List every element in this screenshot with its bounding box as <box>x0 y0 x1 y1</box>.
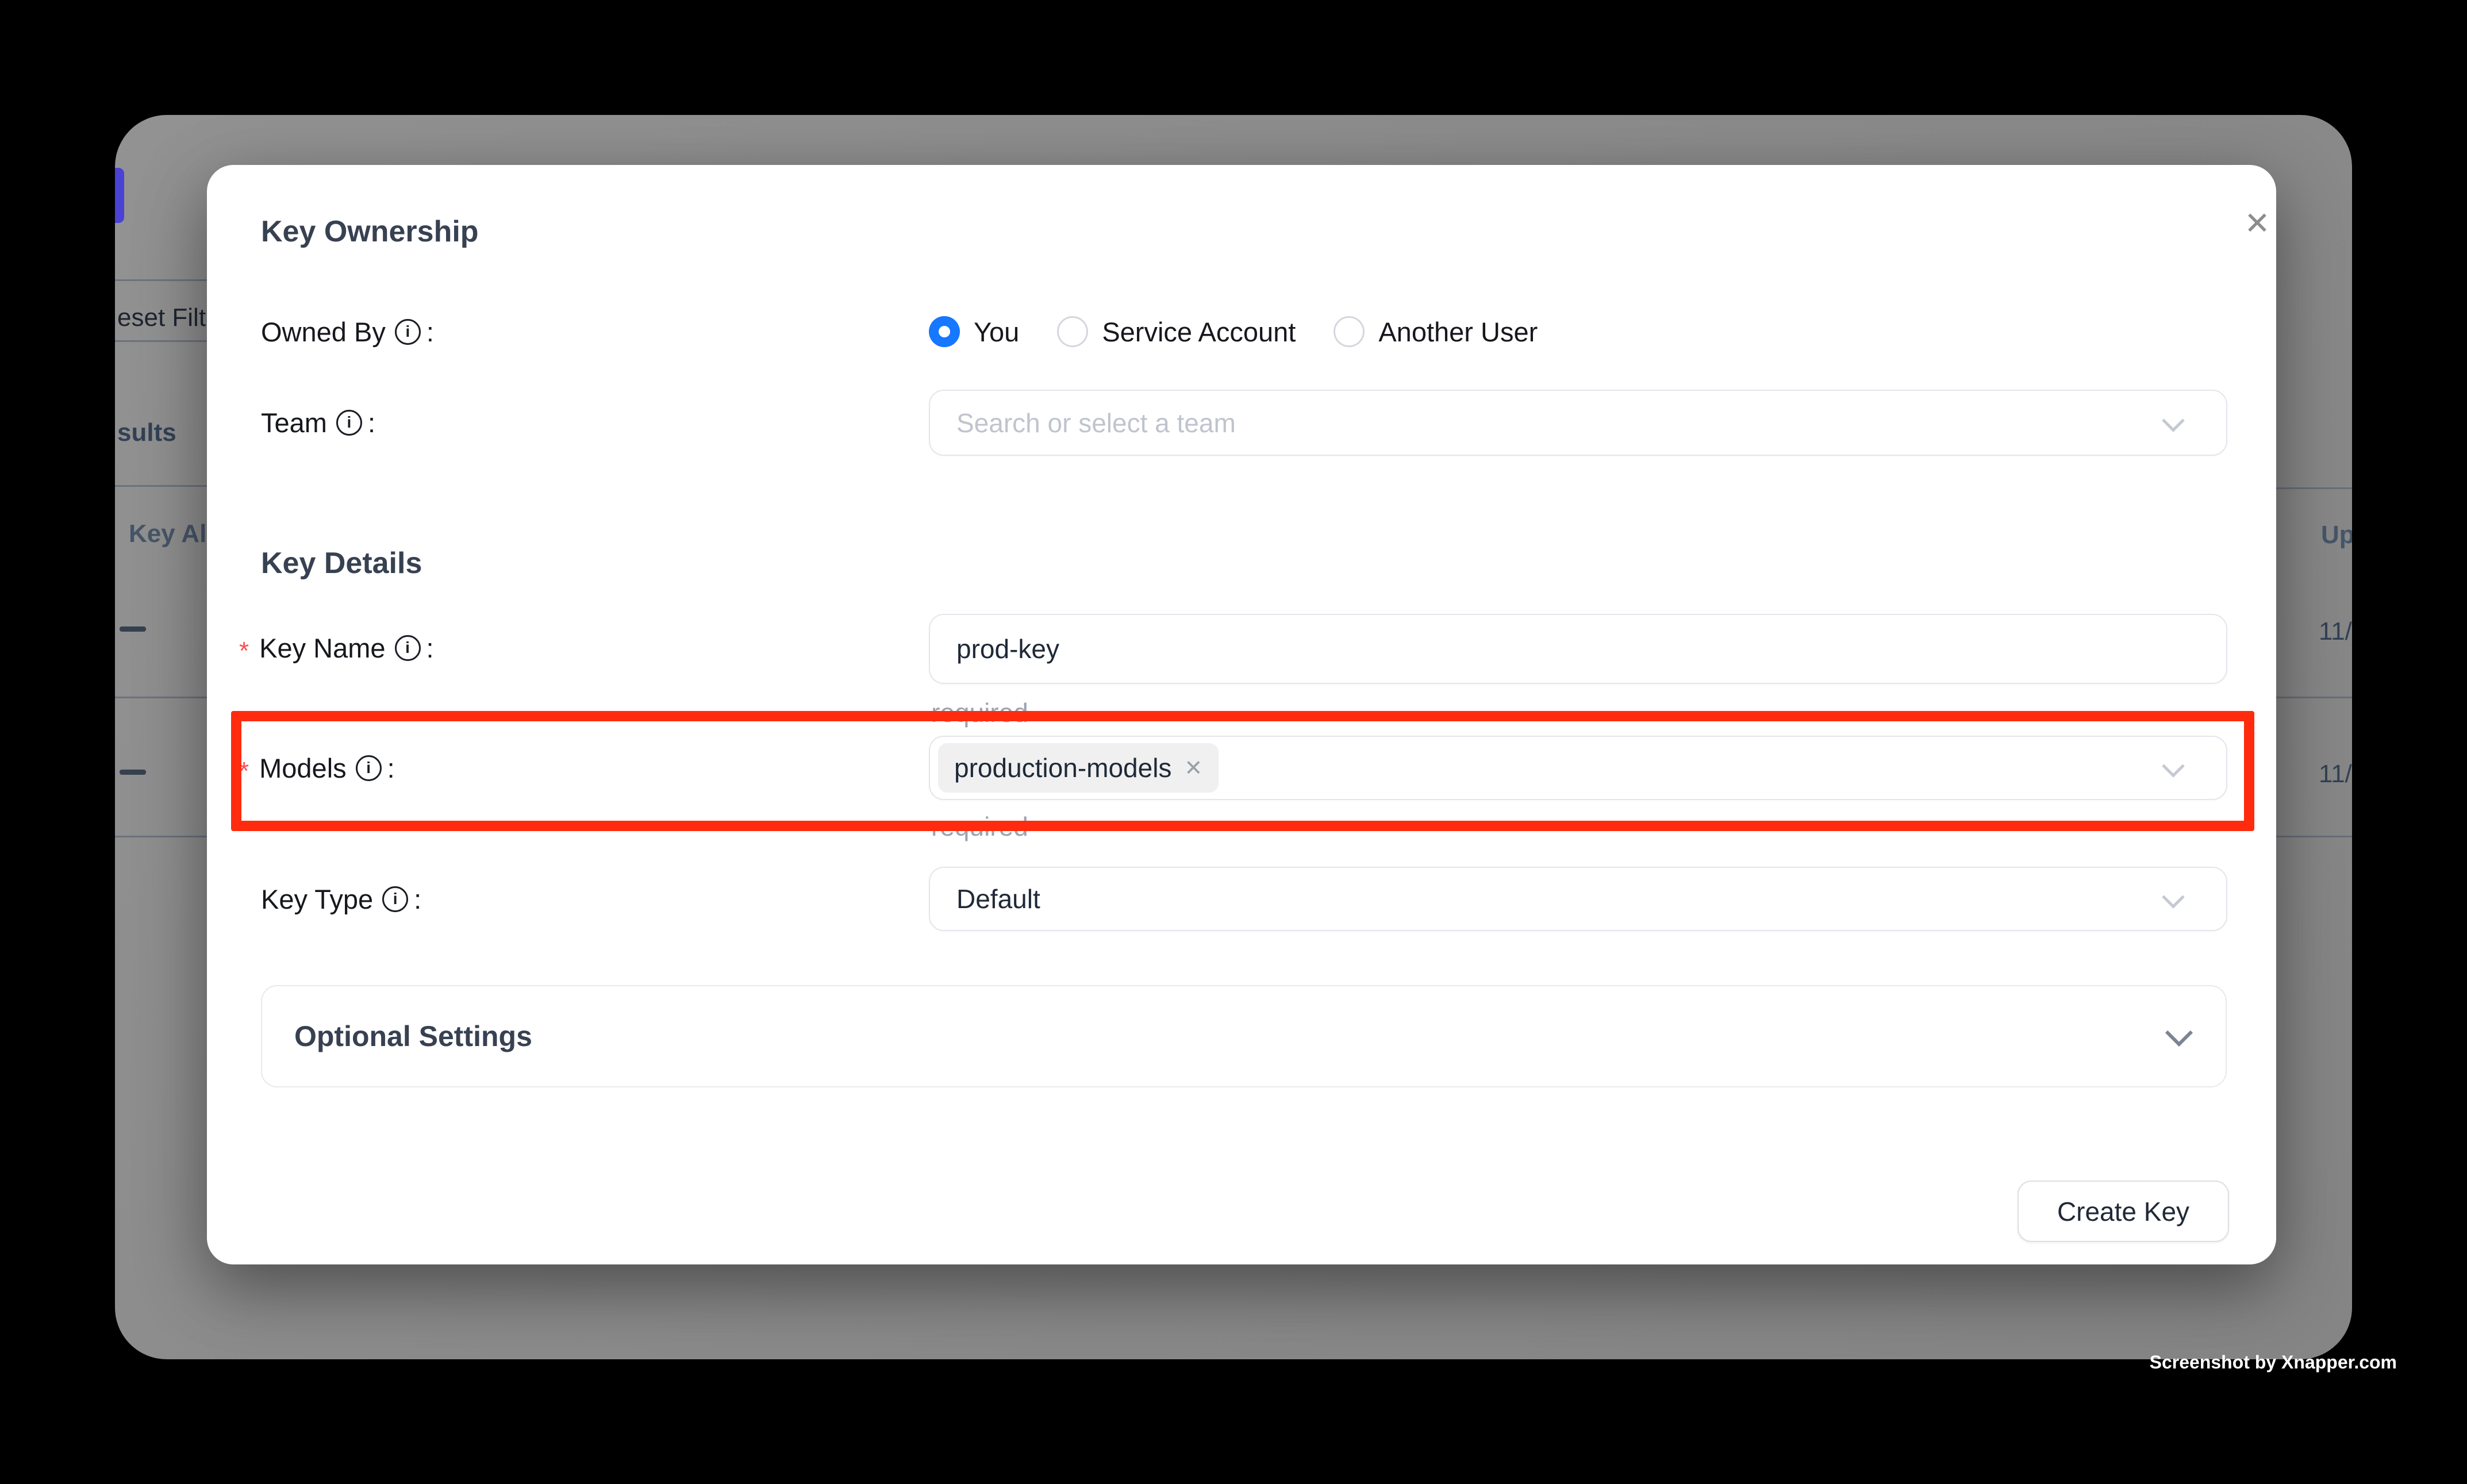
models-required-message: required <box>931 811 1028 842</box>
key-type-label: Key Type <box>261 883 373 915</box>
radio-label: You <box>974 316 1019 348</box>
team-select[interactable]: Search or select a team <box>929 390 2227 456</box>
bg-divider <box>2275 487 2352 489</box>
key-type-value: Default <box>956 883 1040 914</box>
info-icon: i <box>395 635 421 661</box>
key-name-label-row: * Key Name i : <box>239 629 434 666</box>
owned-by-label: Owned By <box>261 316 386 348</box>
radio-unselected-icon[interactable] <box>1057 316 1088 347</box>
bg-divider <box>115 485 208 487</box>
key-type-label-row: Key Type i : <box>261 881 421 917</box>
owned-by-radio-group: You Service Account Another User <box>929 313 1538 350</box>
bg-divider <box>115 697 208 698</box>
required-asterisk: * <box>239 637 249 666</box>
reset-filters-button-partial: eset Filt <box>117 303 206 332</box>
label-colon: : <box>387 752 395 784</box>
info-icon: i <box>382 886 408 912</box>
section-title-key-details: Key Details <box>261 545 422 581</box>
team-select-placeholder: Search or select a team <box>956 407 1236 439</box>
radio-option-another-user[interactable]: Another User <box>1334 316 1538 348</box>
info-icon: i <box>395 319 421 345</box>
create-key-modal: Key Ownership ✕ Owned By i : You Service… <box>207 165 2276 1264</box>
label-colon: : <box>414 883 421 915</box>
label-colon: : <box>368 407 375 439</box>
key-name-value: prod-key <box>956 633 1059 664</box>
bg-divider <box>2275 836 2352 837</box>
chevron-down-icon <box>2162 755 2185 778</box>
info-icon: i <box>336 410 362 436</box>
key-name-required-message: required <box>931 697 1028 728</box>
create-key-button[interactable]: Create Key <box>2018 1181 2229 1242</box>
section-title-key-ownership: Key Ownership <box>261 214 479 249</box>
updated-column-header-partial: Up <box>2321 521 2352 549</box>
close-icon[interactable]: ✕ <box>2239 205 2276 242</box>
models-label-row: * Models i : <box>239 749 395 786</box>
radio-label: Service Account <box>1102 316 1296 348</box>
table-cell-dash <box>120 770 146 775</box>
info-icon: i <box>356 755 382 781</box>
key-name-label: Key Name <box>259 632 385 664</box>
chevron-down-icon <box>2162 409 2185 432</box>
optional-settings-panel[interactable]: Optional Settings <box>261 985 2227 1087</box>
models-select[interactable]: production-models ✕ <box>929 736 2227 800</box>
remove-tag-icon[interactable]: ✕ <box>1184 755 1202 781</box>
bg-divider <box>115 340 208 342</box>
team-label: Team <box>261 407 327 439</box>
table-cell-date-partial: 11/ <box>2319 617 2352 646</box>
radio-option-you[interactable]: You <box>929 316 1019 348</box>
key-name-input[interactable]: prod-key <box>929 614 2227 684</box>
chevron-down-icon <box>2162 886 2185 909</box>
key-type-select[interactable]: Default <box>929 867 2227 931</box>
optional-settings-title: Optional Settings <box>294 1020 532 1053</box>
results-count-partial: sults <box>117 418 176 447</box>
owned-by-label-row: Owned By i : <box>261 313 434 350</box>
bg-divider <box>115 836 208 837</box>
radio-unselected-icon[interactable] <box>1334 316 1365 347</box>
radio-selected-icon[interactable] <box>929 316 960 347</box>
chevron-down-icon <box>2165 1019 2193 1047</box>
label-colon: : <box>426 316 434 348</box>
create-new-key-button-partial <box>115 168 124 223</box>
radio-label: Another User <box>1378 316 1538 348</box>
selected-model-tag: production-models ✕ <box>938 743 1219 793</box>
models-label: Models <box>259 752 347 784</box>
xnapper-watermark: Screenshot by Xnapper.com <box>2150 1352 2397 1373</box>
required-asterisk: * <box>239 757 249 786</box>
selected-model-tag-label: production-models <box>954 752 1171 783</box>
table-cell-dash <box>120 626 146 632</box>
bg-divider <box>115 279 208 281</box>
table-cell-date-partial: 11/ <box>2319 760 2352 789</box>
label-colon: : <box>426 632 434 664</box>
team-label-row: Team i : <box>261 404 375 441</box>
radio-option-service-account[interactable]: Service Account <box>1057 316 1296 348</box>
bg-divider <box>2275 697 2352 698</box>
